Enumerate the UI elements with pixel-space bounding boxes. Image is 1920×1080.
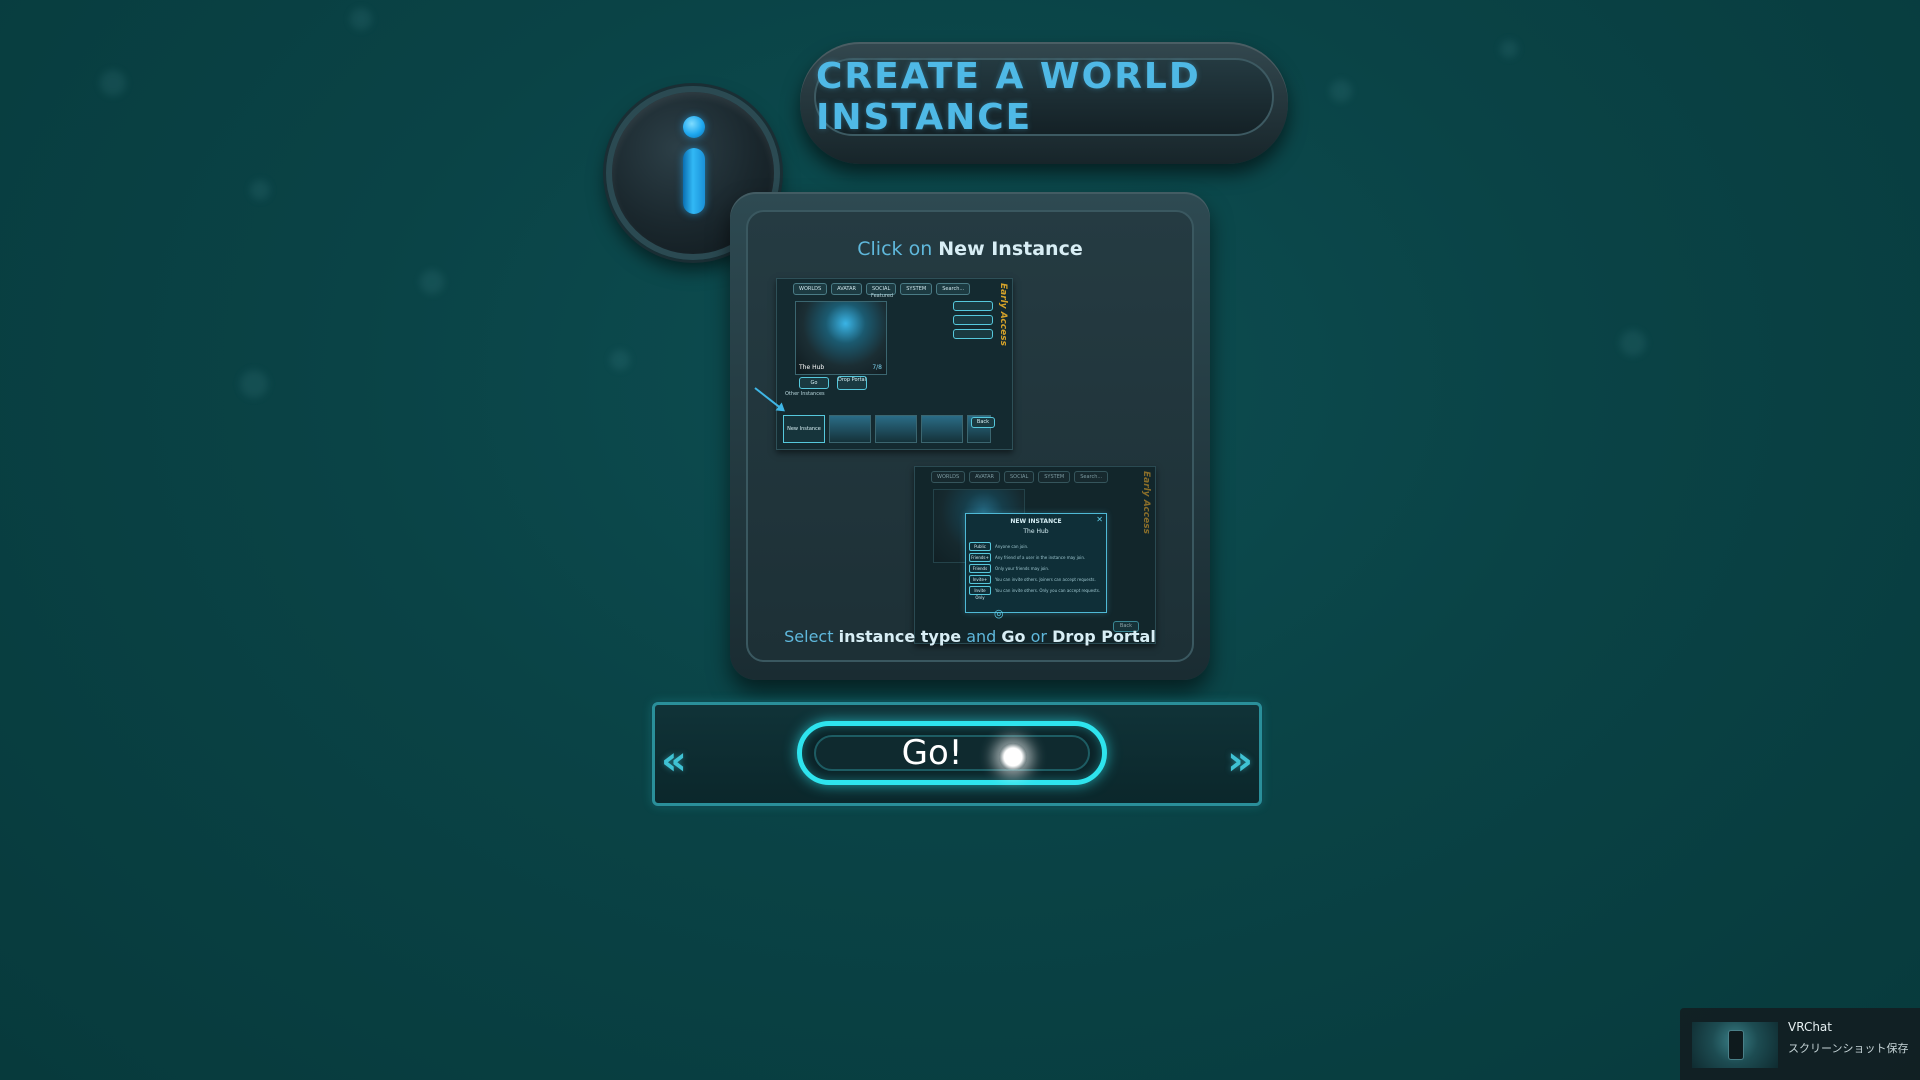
mini-tab: SYSTEM <box>1038 471 1071 483</box>
mini-side-button <box>953 301 993 311</box>
instance-option-row: Friends+ Any friend of a user in the ins… <box>969 553 1085 562</box>
page-title: CREATE A WORLD INSTANCE <box>816 56 1201 138</box>
mini-tab: SYSTEM <box>900 283 933 295</box>
notification-message: スクリーンショット保存 <box>1788 1042 1909 1055</box>
mini-back-button: Back <box>971 417 995 428</box>
notification-thumbnail <box>1692 1022 1778 1068</box>
instance-option-button: Invite+ <box>969 575 991 584</box>
footer-text: Select <box>784 627 834 646</box>
mini-world-thumbnail: The Hub 7/8 <box>795 301 887 375</box>
instance-option-desc: Anyone can join. <box>995 544 1029 549</box>
dialog-world-name: The Hub <box>1023 528 1049 535</box>
mini-tab: WORLDS <box>793 283 828 295</box>
go-button-label: Go! <box>901 733 963 773</box>
mini-tab: WORLDS <box>931 471 966 483</box>
mini-world-name: The Hub <box>799 364 825 371</box>
instance-option-desc: Only your friends may join. <box>995 566 1050 571</box>
mini-early-access: Early Access <box>998 283 1008 346</box>
notification-thumbnail-figure <box>1728 1030 1744 1060</box>
bg-particle <box>420 270 444 294</box>
mini-instance-cell <box>829 415 871 443</box>
instance-option-button: Friends <box>969 564 991 573</box>
bg-particle <box>1500 40 1518 58</box>
footer-strong: Go <box>1001 627 1026 646</box>
screenshot-notification: VRChat スクリーンショット保存 <box>1680 1008 1920 1080</box>
mini-drop-portal-button: Drop Portal <box>837 376 867 390</box>
instance-option-desc: You can invite others. Joiners can accep… <box>995 577 1096 582</box>
footer-text: or <box>1030 627 1048 646</box>
instruction-panel-inner: Click on New Instance WORLDS AVATAR SOCI… <box>746 210 1194 662</box>
title-inner: CREATE A WORLD INSTANCE <box>814 56 1274 138</box>
footer-strong: instance type <box>838 627 962 646</box>
instance-option-row: Public Anyone can join. <box>969 542 1028 551</box>
bg-particle <box>250 180 270 200</box>
notification-app-name: VRChat <box>1788 1020 1832 1034</box>
pointer-arrow-icon <box>754 387 784 411</box>
instruction-heading: Click on New Instance <box>748 238 1192 260</box>
previous-chevron-icon[interactable]: « <box>661 741 687 781</box>
footer-strong: Drop Portal <box>1052 627 1156 646</box>
navigation-bar: « Go! » <box>652 702 1262 806</box>
new-instance-dialog: ✕ NEW INSTANCE The Hub Public Anyone can… <box>965 513 1107 620</box>
mini-tab: AVATAR <box>831 283 862 295</box>
bg-particle <box>610 350 630 370</box>
instance-option-button: Friends+ <box>969 553 991 562</box>
mini-instance-cell <box>875 415 917 443</box>
bg-particle <box>100 70 126 96</box>
instruction-footer: Select instance type and Go or Drop Port… <box>748 627 1192 646</box>
info-dot <box>683 116 705 138</box>
instance-option-row: Invite Only You can invite others. Only … <box>969 586 1101 600</box>
tutorial-screenshot-worlds: WORLDS AVATAR SOCIAL SYSTEM Search... Fe… <box>754 278 1013 450</box>
mini-tab: AVATAR <box>969 471 1000 483</box>
mini-early-access: Early Access <box>1141 471 1151 534</box>
instance-option-button: Public <box>969 542 991 551</box>
footer-text: and <box>966 627 997 646</box>
tutorial-screenshot-new-instance: WORLDS AVATAR SOCIAL SYSTEM Search... Ea… <box>914 466 1156 644</box>
heading-pre: Click on <box>857 238 933 260</box>
instance-option-desc: You can invite others. Only you can acce… <box>995 588 1101 593</box>
title-banner: CREATE A WORLD INSTANCE <box>800 42 1288 164</box>
instance-option-row: Invite+ You can invite others. Joiners c… <box>969 575 1096 584</box>
bg-particle <box>1620 330 1646 356</box>
mini-instance-cell <box>921 415 963 443</box>
mini-featured-label: Featured <box>871 293 894 299</box>
bg-particle <box>350 8 372 30</box>
mini-tab: SOCIAL <box>1003 471 1035 483</box>
mini-side-button <box>953 329 993 339</box>
instance-option-desc: Any friend of a user in the instance may… <box>995 555 1086 560</box>
mini-tab: Search... <box>1074 471 1109 483</box>
instruction-panel: Click on New Instance WORLDS AVATAR SOCI… <box>730 192 1210 680</box>
mini-instance-strip: New Instance <box>783 415 991 443</box>
instance-option-button: Invite Only <box>969 586 991 600</box>
go-button[interactable]: Go! <box>797 721 1107 785</box>
instance-option-row: Friends Only your friends may join. <box>969 564 1049 573</box>
heading-strong: New Instance <box>938 238 1083 260</box>
mini-tab-bar: WORLDS AVATAR SOCIAL SYSTEM Search... <box>931 471 1109 483</box>
mini-player-count: 7/8 <box>872 364 882 371</box>
bg-particle <box>240 370 268 398</box>
portal-icon: ◎ <box>994 607 1004 620</box>
bg-particle <box>1330 80 1352 102</box>
mini-go-button: Go <box>799 377 829 389</box>
dialog-title: NEW INSTANCE <box>1010 518 1062 525</box>
next-chevron-icon[interactable]: » <box>1227 741 1253 781</box>
mini-side-button <box>953 315 993 325</box>
mini-new-instance-cell: New Instance <box>783 415 825 443</box>
mini-other-instances-label: Other Instances <box>785 391 825 397</box>
pointer-cursor-icon <box>999 743 1027 771</box>
info-bar <box>683 148 705 214</box>
mini-tab: Search... <box>936 283 971 295</box>
